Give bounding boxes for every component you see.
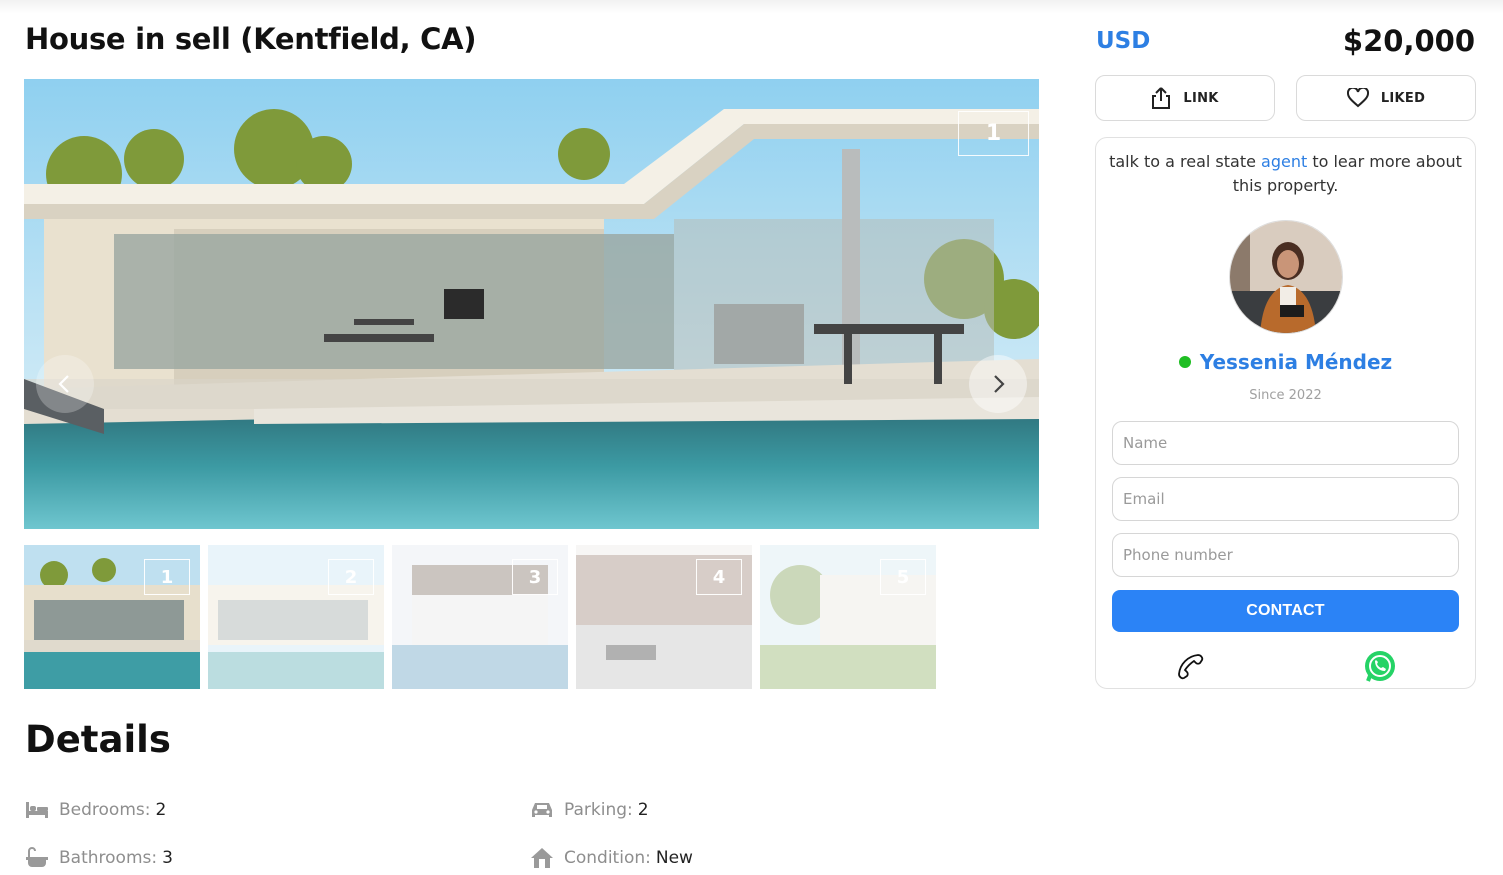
chevron-left-icon [58, 375, 69, 393]
bathtub-icon [26, 847, 48, 867]
thumbnail-number: 2 [328, 559, 374, 595]
heart-icon [1346, 88, 1369, 108]
thumbnail[interactable]: 1 [24, 545, 200, 689]
parking-label: Parking: [564, 800, 633, 820]
house-photo [24, 79, 1039, 529]
intro-text-start: talk to a real state [1109, 152, 1262, 171]
car-icon [532, 803, 552, 817]
like-label: LIKED [1380, 90, 1426, 106]
thumbnail[interactable]: 4 [576, 545, 752, 689]
share-link-label: LINK [1183, 90, 1219, 106]
main-photo[interactable]: 1 [24, 79, 1039, 529]
spec-bathrooms: Bathrooms: 3 [25, 847, 173, 869]
bedrooms-value: 2 [155, 800, 167, 820]
bed-icon [26, 802, 48, 818]
bedrooms-label: Bedrooms: [59, 800, 151, 820]
phone-icon [1178, 654, 1204, 680]
agent-photo [1230, 221, 1342, 333]
share-icon [1152, 87, 1171, 109]
agent-link[interactable]: agent [1261, 152, 1307, 171]
like-button[interactable]: LIKED [1296, 75, 1476, 121]
spec-condition: Condition: New [530, 847, 693, 869]
thumbnail[interactable]: 5 [760, 545, 936, 689]
whatsapp-button[interactable] [1363, 650, 1397, 684]
thumbnail-strip: 1 2 3 4 5 [24, 545, 936, 689]
agent-name-row: Yessenia Méndez [1096, 350, 1475, 374]
photo-counter: 1 [958, 111, 1029, 156]
whatsapp-icon [1365, 651, 1395, 682]
parking-value: 2 [637, 800, 649, 820]
agent-avatar [1229, 220, 1343, 334]
thumbnail-number: 4 [696, 559, 742, 595]
next-photo-button[interactable] [969, 355, 1027, 413]
email-field[interactable] [1112, 477, 1459, 521]
chevron-right-icon [994, 375, 1005, 393]
online-status-indicator [1178, 356, 1191, 368]
agent-intro-text: talk to a real state agent to lear more … [1102, 150, 1469, 198]
price: $20,000 [1342, 24, 1475, 58]
share-link-button[interactable]: LINK [1095, 75, 1275, 121]
condition-value: New [655, 848, 693, 868]
thumbnail[interactable]: 2 [208, 545, 384, 689]
spec-parking: Parking: 2 [530, 799, 649, 821]
contact-button[interactable]: CONTACT [1112, 590, 1459, 632]
call-button[interactable] [1174, 650, 1208, 684]
top-shadow [0, 0, 1503, 14]
currency-selector[interactable]: USD [1096, 28, 1150, 54]
phone-field[interactable] [1112, 533, 1459, 577]
house-icon [531, 848, 553, 868]
bathrooms-value: 3 [162, 848, 173, 868]
thumbnail-number: 3 [512, 559, 558, 595]
condition-label: Condition: [564, 848, 651, 868]
listing-title: House in sell (Kentfield, CA) [25, 22, 477, 56]
bathrooms-label: Bathrooms: [59, 848, 158, 868]
thumbnail[interactable]: 3 [392, 545, 568, 689]
name-field[interactable] [1112, 421, 1459, 465]
previous-photo-button[interactable] [36, 355, 94, 413]
agent-name[interactable]: Yessenia Méndez [1200, 350, 1392, 374]
spec-bedrooms: Bedrooms: 2 [25, 799, 166, 821]
thumbnail-number: 5 [880, 559, 926, 595]
thumbnail-number: 1 [144, 559, 190, 595]
details-heading: Details [25, 718, 171, 761]
agent-contact-card: talk to a real state agent to lear more … [1095, 137, 1476, 689]
agent-since: Since 2022 [1249, 388, 1322, 403]
